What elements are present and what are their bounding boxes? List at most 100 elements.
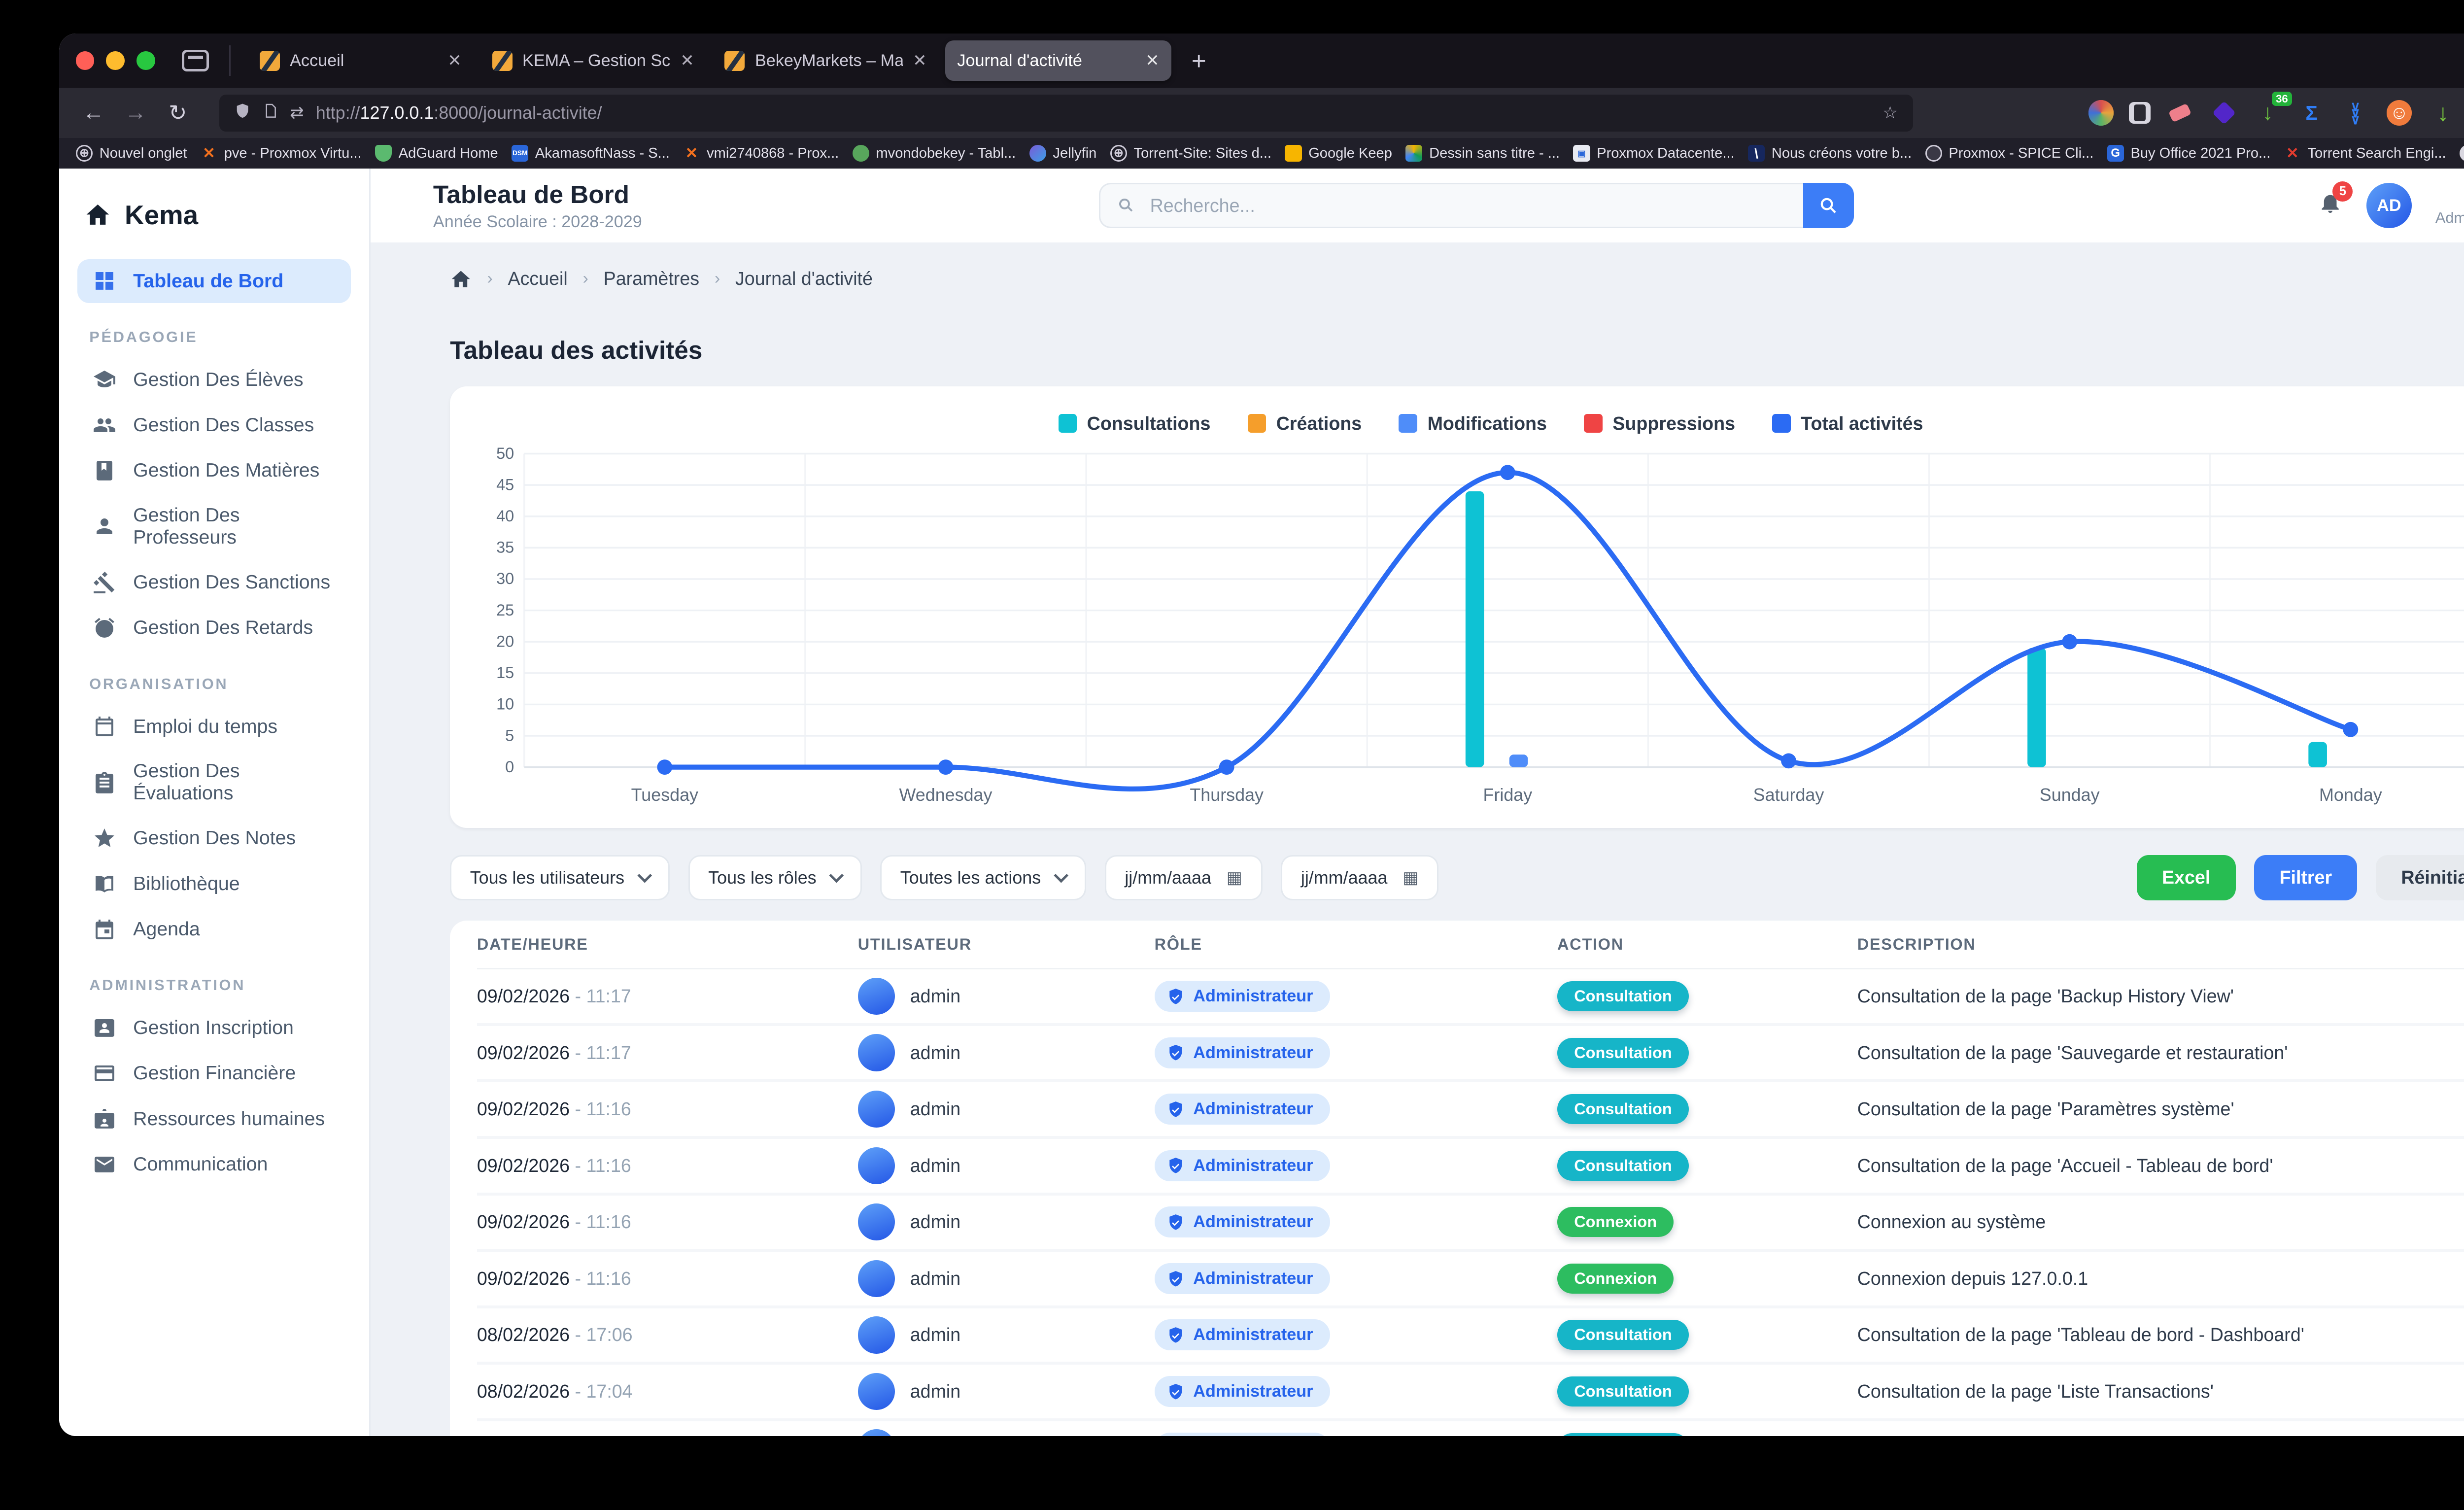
sidebar-item-gestion-des-mati-res[interactable]: Gestion Des Matières <box>77 448 350 492</box>
sidebar-item-gestion-inscription[interactable]: Gestion Inscription <box>77 1006 350 1050</box>
breadcrumb-item[interactable]: Journal d'activité <box>735 268 873 289</box>
sidebar-item-biblioth-que[interactable]: Bibliothèque <box>77 862 350 906</box>
sidebar-item-agenda[interactable]: Agenda <box>77 907 350 951</box>
bookmark-item[interactable]: ✕vmi2740868 - Prox... <box>683 145 839 162</box>
legend-item[interactable]: Consultations <box>1059 413 1211 434</box>
bookmark-star-icon[interactable]: ☆ <box>1882 103 1898 123</box>
sidebar-item-gestion-des-sanctions[interactable]: Gestion Des Sanctions <box>77 560 350 604</box>
sidebar-item-gestion-des-professeurs[interactable]: Gestion Des Professeurs <box>77 494 350 559</box>
bookmark-item[interactable]: Dessin sans titre - ... <box>1405 145 1560 162</box>
app-logo[interactable]: Kema <box>77 189 350 257</box>
breadcrumb-item[interactable]: Paramètres <box>604 268 699 289</box>
bookmark-item[interactable]: ✕Torrent Search Engi... <box>2284 145 2446 162</box>
bookmark-item[interactable]: AdGuard Home <box>375 145 498 162</box>
excel-export-button[interactable]: Excel <box>2137 855 2236 900</box>
actions-filter-select[interactable]: Toutes les actions <box>880 855 1086 900</box>
keep-icon <box>1285 145 1301 162</box>
browser-tab[interactable]: Journal d'activité✕ <box>945 40 1171 81</box>
permissions-icon[interactable]: ⇄ <box>290 103 304 123</box>
refresh-icon[interactable]: ↻ <box>164 101 192 126</box>
filter-button[interactable]: Filtrer <box>2254 855 2357 900</box>
close-tab-icon[interactable]: ✕ <box>680 51 694 70</box>
table-row[interactable]: 08/02/2026 - 17:06adminAdministrateurCon… <box>477 1308 2464 1365</box>
back-icon[interactable]: ← <box>79 101 108 125</box>
notifications-bell[interactable]: 5 <box>2318 190 2343 221</box>
firefox-view-icon[interactable] <box>182 50 209 71</box>
browser-tab[interactable]: Accueil✕ <box>248 40 474 81</box>
table-row[interactable]: 09/02/2026 - 11:17adminAdministrateurCon… <box>477 1026 2464 1083</box>
bookmark-item[interactable]: \Nous créons votre b... <box>1748 145 1912 162</box>
bookmark-item[interactable]: Jellyfin <box>1029 145 1097 162</box>
clipboard-icon <box>93 771 116 794</box>
bookmark-item[interactable]: ⊕Torrent-Site: Sites d... <box>1110 145 1271 162</box>
bookmark-item[interactable]: GBuy Office 2021 Pro... <box>2107 145 2271 162</box>
svg-text:50: 50 <box>496 445 514 462</box>
date-to-input[interactable]: jj/mm/aaaa▦ <box>1281 855 1438 900</box>
minimize-window-button[interactable] <box>106 51 125 70</box>
date-from-input[interactable]: jj/mm/aaaa▦ <box>1105 855 1263 900</box>
eraser-icon[interactable] <box>2166 99 2194 127</box>
sigma-icon[interactable]: Σ <box>2297 99 2326 127</box>
bookmark-item[interactable]: DSMAkamasoftNass - S... <box>512 145 670 162</box>
forward-icon[interactable]: → <box>121 101 150 125</box>
bookmark-item[interactable]: ●kalvincalimag/djang... <box>2460 145 2464 162</box>
bookmark-item[interactable]: Google Keep <box>1285 145 1392 162</box>
close-window-button[interactable] <box>76 51 95 70</box>
close-tab-icon[interactable]: ✕ <box>1145 51 1160 70</box>
close-tab-icon[interactable]: ✕ <box>913 51 927 70</box>
bookmark-item[interactable]: mvondobekey - Tabl... <box>853 145 1016 162</box>
search-button[interactable] <box>1803 183 1854 228</box>
bookmark-item[interactable]: ✕pve - Proxmox Virtu... <box>201 145 362 162</box>
legend-item[interactable]: Modifications <box>1399 413 1547 434</box>
shield-icon[interactable] <box>234 102 251 125</box>
table-row[interactable]: 09/02/2026 - 11:17adminAdministrateurCon… <box>477 969 2464 1026</box>
table-row[interactable]: 08/02/2026 - 17:04adminAdministrateurCon… <box>477 1365 2464 1421</box>
sidebar-item-emploi-du-temps[interactable]: Emploi du temps <box>77 705 350 749</box>
sidebar-item-tableau-de-bord[interactable]: Tableau de Bord <box>77 259 350 303</box>
breadcrumb-item[interactable]: Accueil <box>508 268 567 289</box>
table-row[interactable]: 09/02/2026 - 11:16adminAdministrateurCon… <box>477 1082 2464 1139</box>
sidebar-item-ressources-humaines[interactable]: Ressources humaines <box>77 1097 350 1141</box>
sidebar-item-gestion-des-l-ves[interactable]: Gestion Des Élèves <box>77 358 350 402</box>
page-info-icon[interactable] <box>263 102 278 125</box>
sidebar-item-gestion-des-classes[interactable]: Gestion Des Classes <box>77 403 350 447</box>
bookmark-item[interactable]: ⊕Nouvel onglet <box>76 145 187 162</box>
sidebar-item-gestion-des-notes[interactable]: Gestion Des Notes <box>77 816 350 860</box>
url-bar[interactable]: ⇄ http://127.0.0.1:8000/journal-activite… <box>219 95 1913 132</box>
legend-item[interactable]: Créations <box>1248 413 1362 434</box>
reset-button[interactable]: Réinitialiser <box>2376 855 2464 900</box>
user-name-text: admin <box>910 1211 960 1233</box>
sidebar-item-label: Bibliothèque <box>133 873 240 895</box>
user-avatar[interactable]: AD <box>2366 183 2412 228</box>
cell-description: Consultation de la page 'Tableau de bord… <box>1857 1324 2464 1345</box>
table-row[interactable]: 09/02/2026 - 11:16adminAdministrateurCon… <box>477 1252 2464 1308</box>
smiley-icon[interactable]: ☺ <box>2385 99 2413 127</box>
search-input[interactable] <box>1147 193 1786 218</box>
like-icon[interactable] <box>2129 102 2151 124</box>
user-meta[interactable]: admin Administrateur <box>2435 184 2464 227</box>
arrow-down-icon[interactable]: ↓ <box>2429 99 2457 127</box>
legend-item[interactable]: Total activités <box>1772 413 1923 434</box>
downloads-icon[interactable]: ↓36 <box>2254 99 2282 127</box>
sidebar-item-communication[interactable]: Communication <box>77 1142 350 1186</box>
browser-tab[interactable]: BekeyMarkets – Marketplace E-✕ <box>713 40 939 81</box>
sidebar-item-gestion-des-retards[interactable]: Gestion Des Retards <box>77 606 350 650</box>
sidebar-item-gestion-des-valuations[interactable]: Gestion Des Évaluations <box>77 750 350 815</box>
bookmark-item[interactable]: ▣Proxmox Datacente... <box>1573 145 1734 162</box>
diamond-icon[interactable] <box>2210 99 2238 127</box>
legend-item[interactable]: Suppressions <box>1584 413 1735 434</box>
account-globe-icon[interactable] <box>2088 100 2114 125</box>
users-filter-select[interactable]: Tous les utilisateurs <box>450 855 670 900</box>
browser-tab[interactable]: KEMA – Gestion Scolaire Compl✕ <box>480 40 706 81</box>
chevrons-icon[interactable]: ∨∨∨ <box>2341 99 2369 127</box>
home-icon[interactable] <box>450 268 472 290</box>
table-row[interactable]: 09/02/2026 - 11:16adminAdministrateurCon… <box>477 1139 2464 1196</box>
roles-filter-select[interactable]: Tous les rôles <box>688 855 862 900</box>
bookmark-item[interactable]: Proxmox - SPICE Cli... <box>1925 145 2094 162</box>
maximize-window-button[interactable] <box>137 51 155 70</box>
table-row[interactable]: 08/02/2026 - 17:03adminAdministrateurCon… <box>477 1421 2464 1436</box>
table-row[interactable]: 09/02/2026 - 11:16adminAdministrateurCon… <box>477 1196 2464 1252</box>
close-tab-icon[interactable]: ✕ <box>447 51 462 70</box>
sidebar-item-gestion-financi-re[interactable]: Gestion Financière <box>77 1051 350 1095</box>
new-tab-button[interactable]: + <box>1181 46 1216 75</box>
